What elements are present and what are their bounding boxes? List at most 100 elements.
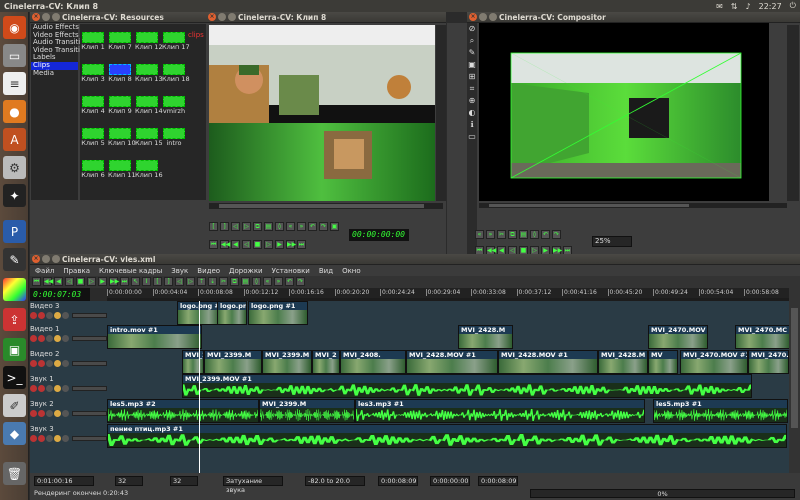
track-toggle[interactable] <box>30 385 37 392</box>
video-edit[interactable]: MVI_2428.M <box>598 350 648 374</box>
track-toggle[interactable] <box>30 410 37 417</box>
splice-button[interactable]: ◁ <box>231 222 240 231</box>
compositor-vertical-ruler[interactable] <box>787 25 799 201</box>
overwrite-button[interactable]: ▷ <box>186 277 195 286</box>
maximize-icon[interactable] <box>489 13 497 21</box>
clip-item[interactable]: Клип 6 <box>81 160 105 180</box>
video-edit[interactable]: logo.png #1 <box>217 301 247 325</box>
fast-forward-button[interactable]: ▶▶ <box>109 277 119 286</box>
clip-item[interactable]: Клип 3 <box>81 64 105 84</box>
stop-button[interactable]: ■ <box>76 277 85 286</box>
track-toggle[interactable] <box>30 435 37 442</box>
close-icon[interactable]: × <box>208 13 216 21</box>
track-toggle[interactable] <box>54 360 61 367</box>
selection-start-field[interactable]: 0:00:08:09 <box>378 476 418 486</box>
clip-item[interactable]: Клип 15 <box>135 128 163 148</box>
cinelerra-icon[interactable]: ✦ <box>3 184 26 207</box>
mask-icon[interactable]: ✎ <box>467 47 477 59</box>
menu-item-7[interactable]: Вид <box>319 267 333 275</box>
video-edit[interactable]: MVI_2428.MOV #1 <box>406 350 498 374</box>
menu-item-3[interactable]: Звук <box>171 267 188 275</box>
clip-item[interactable]: Клип 1 <box>81 32 105 52</box>
volume-icon[interactable]: ♪ <box>746 2 751 11</box>
fast-back-button[interactable]: ◀◀ <box>43 277 53 286</box>
clip-button[interactable]: ▣ <box>330 222 339 231</box>
video-edit[interactable]: MVI_2 <box>312 350 340 374</box>
track-toggle[interactable] <box>62 335 69 342</box>
paste-button[interactable]: ▤ <box>264 222 273 231</box>
video-edit[interactable]: MV <box>648 350 678 374</box>
undo-button[interactable]: ↶ <box>308 222 317 231</box>
track-toggle[interactable] <box>62 385 69 392</box>
browser-icon[interactable]: ● <box>3 100 26 123</box>
track-header[interactable]: Звук 1 <box>30 375 107 392</box>
track-fader[interactable] <box>72 336 107 341</box>
video-edit[interactable]: MVI_2428.M <box>458 325 513 349</box>
end-button[interactable]: ⏭ <box>120 277 129 286</box>
mark-out-button[interactable]: ] <box>164 277 173 286</box>
mark-in-button[interactable]: [ <box>209 222 218 231</box>
menu-item-1[interactable]: Правка <box>63 267 90 275</box>
next-label-button[interactable]: » <box>297 222 306 231</box>
software-center-icon[interactable]: A <box>3 128 26 151</box>
video-edit[interactable]: logo.png #1 <box>248 301 308 325</box>
track-toggle[interactable] <box>46 410 53 417</box>
menu-item-5[interactable]: Дорожки <box>229 267 263 275</box>
video-edit[interactable]: MVI_2428.MOV #1 <box>498 350 598 374</box>
ibeam-tool-button[interactable]: I <box>142 277 151 286</box>
track-fader[interactable] <box>72 361 107 366</box>
text-editor-icon[interactable]: ✐ <box>3 394 26 417</box>
frame-forward-button[interactable]: ▷ <box>264 240 273 249</box>
clip-item[interactable]: vmirzh <box>162 96 186 116</box>
track-header[interactable]: Видео 1 <box>30 325 107 342</box>
end-button[interactable]: ⏭ <box>297 240 306 249</box>
cut-button[interactable]: ✂ <box>219 277 228 286</box>
track-toggle[interactable] <box>38 360 45 367</box>
track-toggle[interactable] <box>46 312 53 319</box>
mark-in-button[interactable]: [ <box>153 277 162 286</box>
video-edit[interactable]: MVI_2470.MOV <box>648 325 708 349</box>
audio-edit[interactable]: les5.mp3 #2 <box>107 399 259 423</box>
clip-item[interactable]: Клип 18 <box>162 64 190 84</box>
play-back-button[interactable]: ◀ <box>231 240 240 249</box>
video-edit[interactable]: MVI_2399.M <box>262 350 312 374</box>
mail-icon[interactable]: ✉ <box>716 2 723 11</box>
track-toggle[interactable] <box>30 312 37 319</box>
clip-item[interactable]: Клип 8 <box>108 64 132 84</box>
automation-type-select[interactable]: Затухание звука <box>223 476 283 494</box>
mark-out-button[interactable]: ] <box>220 222 229 231</box>
viewer-vertical-ruler[interactable] <box>436 25 446 201</box>
minimize-icon[interactable] <box>42 255 50 263</box>
track-toggle[interactable] <box>54 435 61 442</box>
track-toggle[interactable] <box>62 435 69 442</box>
monitor-icon[interactable]: ▣ <box>3 338 26 361</box>
label-button[interactable]: ◊ <box>252 277 261 286</box>
copy-button[interactable]: ⧉ <box>230 277 239 286</box>
clip-item[interactable]: Клип 14 <box>135 96 163 116</box>
track-header[interactable]: Звук 2 <box>30 400 107 417</box>
audio-edit[interactable]: MVI_2399.M <box>259 399 355 423</box>
play-button[interactable]: ▶ <box>275 240 284 249</box>
eyedropper-icon[interactable]: ⊕ <box>467 95 477 107</box>
stop-button[interactable]: ■ <box>253 240 262 249</box>
track-toggle[interactable] <box>46 435 53 442</box>
clip-item[interactable]: Клип 16 <box>135 160 163 180</box>
menu-item-8[interactable]: Окно <box>342 267 361 275</box>
zoom-amp-field[interactable]: 32 <box>170 476 198 486</box>
automation-range-field[interactable]: -82.0 to 20.0 <box>305 476 365 486</box>
zoom-icon[interactable]: ⌕ <box>467 35 477 47</box>
extract-button[interactable]: ⇣ <box>208 277 217 286</box>
upload-icon[interactable]: ⇪ <box>3 308 26 331</box>
track-fader[interactable] <box>72 386 107 391</box>
document-icon[interactable]: ≡ <box>3 72 26 95</box>
copy-button[interactable]: ⧉ <box>253 222 262 231</box>
power-icon[interactable]: ⏻ <box>790 1 796 11</box>
clip-item[interactable]: Клип 10 <box>108 128 136 148</box>
video-edit[interactable]: intro.mov #1 <box>107 325 202 349</box>
compositor-scrollbar[interactable] <box>479 203 787 208</box>
track-toggle[interactable] <box>62 360 69 367</box>
track-toggle[interactable] <box>38 335 45 342</box>
minimize-icon[interactable] <box>479 13 487 21</box>
paste-button[interactable]: ▤ <box>241 277 250 286</box>
track-header[interactable]: Звук 3 <box>30 425 107 442</box>
